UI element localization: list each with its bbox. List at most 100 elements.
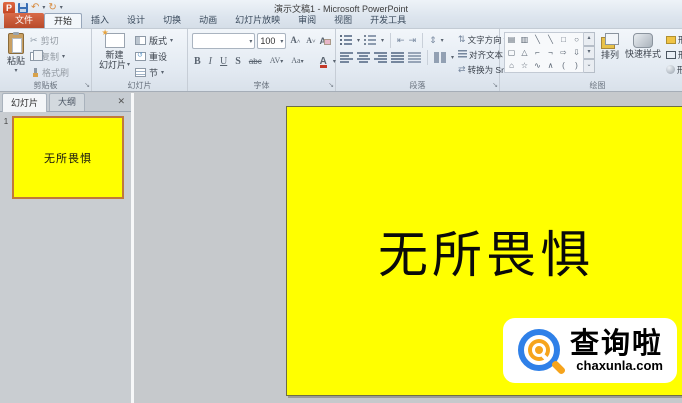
shape-gallery-item[interactable]: ∧ <box>548 59 554 72</box>
paste-button[interactable]: 粘贴 ▾ <box>4 32 28 77</box>
numbering-dropdown-icon[interactable]: ▾ <box>381 37 384 44</box>
justify-icon[interactable] <box>391 52 404 63</box>
cut-label: 剪切 <box>40 35 59 46</box>
increase-indent-icon[interactable]: ⇥ <box>409 35 417 46</box>
shape-gallery-item[interactable]: ⇨ <box>560 46 567 59</box>
columns-icon[interactable] <box>434 52 447 63</box>
shape-gallery-item[interactable]: ) <box>575 59 578 72</box>
tab-transitions[interactable]: 切换 <box>154 13 190 28</box>
divider <box>422 33 424 48</box>
font-color-button[interactable]: A <box>318 55 329 69</box>
columns-dropdown-icon[interactable]: ▾ <box>451 54 454 61</box>
shapes-gallery-scrollbar[interactable]: ▴ ▾ ⌄ <box>584 32 595 74</box>
shapes-scroll-down-icon[interactable]: ▾ <box>584 45 595 60</box>
group-label-slides: 幻灯片 <box>127 81 152 90</box>
font-up-icon: ˄ <box>296 39 301 45</box>
tab-view[interactable]: 视图 <box>325 13 361 28</box>
line-spacing-icon[interactable]: ⇕ <box>429 35 437 46</box>
tab-slideshow[interactable]: 幻灯片放映 <box>226 13 289 28</box>
copy-button[interactable]: 复制 ▾ <box>30 48 69 64</box>
strikethrough-button[interactable]: abc <box>247 54 264 70</box>
format-painter-icon <box>30 67 39 77</box>
shape-outline-button[interactable]: 形状轮廓 ▾ <box>666 47 682 62</box>
shape-gallery-item[interactable]: ○ <box>574 33 579 46</box>
bullets-dropdown-icon[interactable]: ▾ <box>357 37 360 44</box>
panel-tab-outline[interactable]: 大纲 <box>49 93 86 111</box>
font-name-combo[interactable]: ▾ <box>192 33 256 49</box>
slide-thumbnail[interactable]: 无所畏惧 <box>12 116 124 199</box>
font-size-value: 100 <box>260 36 276 46</box>
shape-gallery-item[interactable]: ▢ <box>508 46 516 59</box>
cut-button[interactable]: ✂ 剪切 <box>30 32 69 48</box>
bold-button[interactable]: B <box>192 54 203 70</box>
tab-animations[interactable]: 动画 <box>190 13 226 28</box>
shapes-gallery-more-icon[interactable]: ⌄ <box>584 59 595 74</box>
align-text-icon <box>458 50 468 59</box>
distribute-icon[interactable] <box>408 52 421 63</box>
shapes-scroll-up-icon[interactable]: ▴ <box>584 32 595 46</box>
tab-developer[interactable]: 开发工具 <box>361 13 415 28</box>
ribbon: 粘贴 ▾ ✂ 剪切 复制 ▾ 格式刷 剪贴板 ↘ ★ 新建 幻灯片 ▾ 版式 ▾… <box>0 28 682 92</box>
shape-effects-button[interactable]: 形状效果 ▾ <box>666 62 682 77</box>
panel-tab-slides[interactable]: 幻灯片 <box>2 93 48 112</box>
workspace: 幻灯片 大纲 ✕ 1 无所畏惧 无所畏惧 查询啦 chaxunla.com <box>0 93 682 403</box>
tab-file[interactable]: 文件 <box>4 13 45 28</box>
change-case-button[interactable]: Aa▾ <box>289 53 305 70</box>
shape-gallery-item[interactable]: △ <box>521 46 527 59</box>
format-painter-label: 格式刷 <box>42 67 70 78</box>
numbering-icon[interactable] <box>364 35 378 46</box>
character-spacing-button[interactable]: AV▾ <box>268 53 286 70</box>
group-label-paragraph: 段落 <box>409 81 426 90</box>
increase-font-button[interactable]: A˄ <box>288 32 302 50</box>
shape-gallery-item[interactable]: ▤ <box>508 33 516 46</box>
shape-gallery-item[interactable]: ( <box>562 59 565 72</box>
tab-home[interactable]: 开始 <box>44 13 83 28</box>
decrease-indent-icon[interactable]: ⇤ <box>397 35 405 46</box>
shapes-gallery: ▤ ▥ ╲ ╲ □ ○ ▢ △ ⌐ ¬ ⇨ ⇩ ⌂ ☆ ∿ ∧ () ▴ ▾ … <box>504 32 595 74</box>
bullets-icon[interactable] <box>340 35 353 46</box>
shape-gallery-item[interactable]: ▥ <box>521 33 529 46</box>
shape-fill-button[interactable]: 形状填充 ▾ <box>666 32 682 47</box>
shape-gallery-item[interactable]: ⇩ <box>573 46 580 59</box>
tab-review[interactable]: 审阅 <box>289 13 325 28</box>
tab-insert[interactable]: 插入 <box>82 13 118 28</box>
shape-gallery-item[interactable]: ╲ <box>548 33 553 46</box>
quick-styles-button[interactable]: 快速样式 <box>622 32 664 60</box>
underline-button[interactable]: U <box>218 54 229 70</box>
shape-gallery-item[interactable]: ∿ <box>534 59 541 72</box>
layout-button[interactable]: 版式 ▾ <box>135 32 173 48</box>
slide-thumbnail-row: 1 无所畏惧 <box>0 116 131 199</box>
panel-close-icon[interactable]: ✕ <box>117 96 125 107</box>
tab-design[interactable]: 设计 <box>118 13 154 28</box>
shape-gallery-item[interactable]: ⌂ <box>509 59 514 72</box>
group-slides: 新建 幻灯片 ▾ 版式 ▾ 重设 节 ▾ <box>92 28 188 91</box>
format-painter-button[interactable]: 格式刷 <box>30 64 69 80</box>
arrange-button[interactable]: 排列 <box>598 32 622 61</box>
shape-gallery-item[interactable]: ╲ <box>535 33 540 46</box>
layout-icon <box>135 35 147 45</box>
italic-button[interactable]: I <box>207 54 214 70</box>
clipboard-dialog-launcher-icon[interactable]: ↘ <box>84 82 90 90</box>
paragraph-dialog-launcher-icon[interactable]: ↘ <box>492 82 498 90</box>
align-right-icon[interactable] <box>374 52 387 63</box>
shape-gallery-item[interactable]: ☆ <box>521 59 528 72</box>
line-spacing-dropdown-icon[interactable]: ▾ <box>441 37 444 44</box>
copy-label: 复制 <box>41 51 60 62</box>
font-size-combo[interactable]: 100 ▾ <box>257 33 287 49</box>
align-center-icon[interactable] <box>357 52 370 63</box>
shape-gallery-item[interactable]: ¬ <box>548 46 553 59</box>
decrease-font-button[interactable]: A˅ <box>304 33 317 50</box>
new-slide-label-2: 幻灯片 <box>99 60 127 70</box>
group-label-drawing: 绘图 <box>589 81 606 90</box>
new-slide-label-1: 新建 <box>105 50 124 60</box>
section-button[interactable]: 节 ▾ <box>135 64 173 80</box>
slide-title-text[interactable]: 无所畏惧 <box>287 215 682 287</box>
shape-gallery-item[interactable]: □ <box>561 33 566 46</box>
reset-button[interactable]: 重设 <box>135 48 173 64</box>
font-dialog-launcher-icon[interactable]: ↘ <box>328 82 334 90</box>
shape-gallery-item[interactable]: ⌐ <box>535 46 540 59</box>
align-left-icon[interactable] <box>340 52 353 63</box>
clear-formatting-button[interactable]: A <box>320 36 332 46</box>
text-shadow-button[interactable]: S <box>233 54 243 70</box>
new-slide-button[interactable]: 新建 幻灯片 ▾ <box>96 28 133 71</box>
